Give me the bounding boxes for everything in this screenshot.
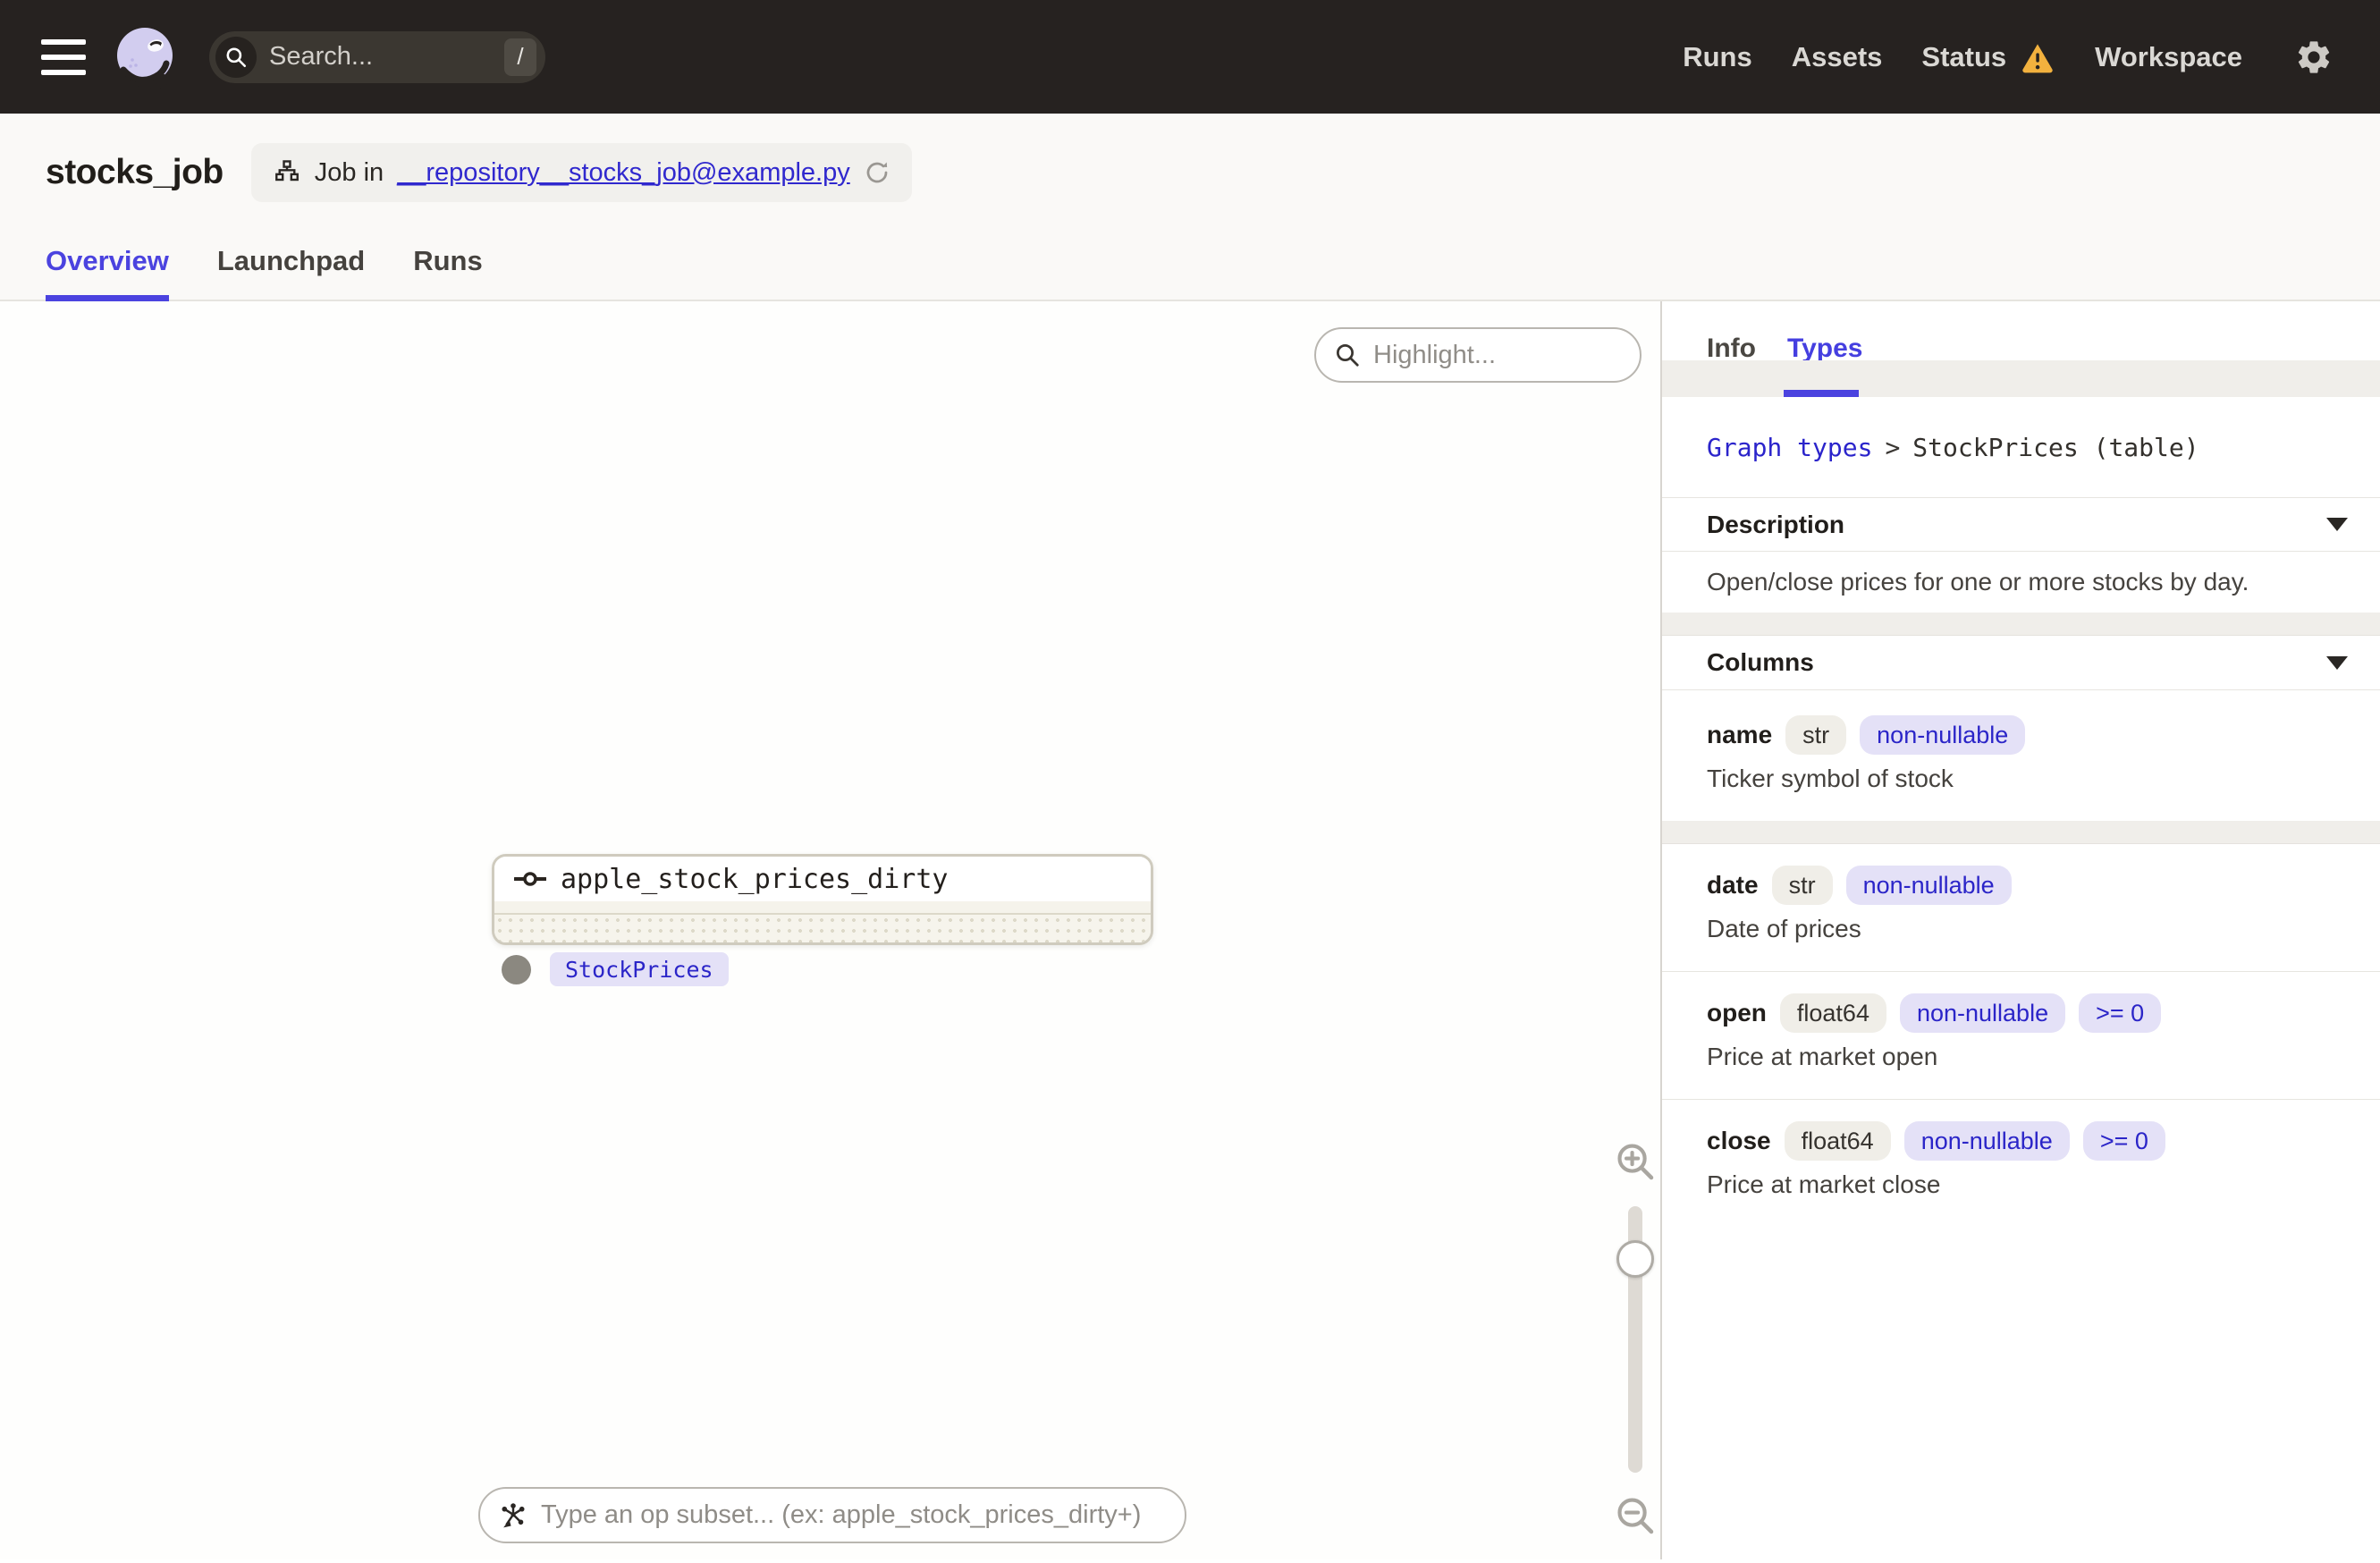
column-row-close: close float64 non-nullable >= 0 Price at… (1662, 1121, 2380, 1200)
job-tabs: Overview Launchpad Runs (0, 245, 2380, 301)
output-pin-icon[interactable] (502, 954, 531, 984)
breadcrumb-separator: > (1885, 432, 1901, 462)
breadcrumb-current: StockPrices (table) (1912, 432, 2199, 462)
op-subset-filter[interactable] (478, 1487, 1186, 1543)
zoom-slider-handle[interactable] (1616, 1240, 1654, 1278)
zoom-in-icon[interactable] (1608, 1140, 1663, 1183)
column-type-badge: float64 (1779, 993, 1886, 1033)
warning-icon (2022, 43, 2053, 72)
op-selector-icon (502, 1502, 525, 1527)
op-subset-input[interactable] (541, 1500, 1167, 1530)
description-section-header[interactable]: Description (1662, 497, 2380, 552)
op-output: StockPrices (502, 952, 729, 986)
column-name: date (1707, 871, 1759, 899)
type-info-panel: Info Types Graph types > StockPrices (ta… (1662, 301, 2380, 1559)
search-shortcut-key: / (504, 38, 536, 76)
nav-runs[interactable]: Runs (1683, 41, 1752, 73)
column-constraint-badge: >= 0 (2079, 993, 2162, 1033)
gear-icon[interactable] (2294, 38, 2334, 77)
column-constraint-badge: >= 0 (2082, 1121, 2165, 1161)
column-type-badge: str (1785, 715, 1847, 755)
op-node-name: apple_stock_prices_dirty (561, 863, 949, 895)
description-body: Open/close prices for one or more stocks… (1707, 568, 2249, 596)
global-search[interactable]: / (209, 30, 545, 83)
page-header: stocks_job Job in __repository__stocks_j… (0, 114, 2380, 301)
page-title: stocks_job (46, 153, 224, 191)
zoom-control (1608, 1140, 1663, 1537)
tab-overview[interactable]: Overview (46, 245, 169, 301)
nav-workspace[interactable]: Workspace (2095, 41, 2242, 73)
job-badge-prefix: Job in (314, 157, 384, 187)
top-bar: / Runs Assets Status Workspace (0, 0, 2380, 114)
column-description: Ticker symbol of stock (1707, 764, 1954, 792)
column-constraint-badge: non-nullable (1845, 866, 2012, 905)
description-section-title: Description (1707, 510, 1845, 538)
search-icon (1337, 344, 1359, 367)
output-type-chip[interactable]: StockPrices (550, 952, 729, 986)
column-type-badge: str (1771, 866, 1833, 905)
highlight-search[interactable] (1314, 327, 1642, 383)
column-name: close (1707, 1127, 1771, 1154)
dagster-logo-icon[interactable] (111, 23, 179, 91)
column-constraint-badge: non-nullable (1903, 1121, 2070, 1161)
breadcrumb: Graph types > StockPrices (table) (1662, 397, 2380, 497)
section-spacer (1662, 821, 2380, 844)
tab-launchpad[interactable]: Launchpad (217, 245, 365, 300)
column-constraint-badge: non-nullable (1899, 993, 2066, 1033)
op-node-body (494, 913, 1151, 942)
zoom-out-icon[interactable] (1608, 1494, 1663, 1537)
column-constraint-badge: non-nullable (1860, 715, 2026, 755)
chevron-down-icon (2326, 655, 2348, 670)
column-description: Date of prices (1707, 914, 1861, 942)
search-input[interactable] (269, 42, 504, 72)
job-file-link[interactable]: __repository__stocks_job@example.py (397, 158, 850, 188)
column-name: open (1707, 999, 1767, 1027)
nav-status[interactable]: Status (1921, 39, 2055, 75)
search-icon (215, 36, 257, 78)
panel-tab-info[interactable]: Info (1707, 334, 1756, 364)
section-spacer (1662, 613, 2380, 636)
panel-tab-types[interactable]: Types (1787, 334, 1862, 364)
columns-section-header[interactable]: Columns (1662, 636, 2380, 690)
highlight-input[interactable] (1373, 340, 1622, 370)
panel-tabs: Info Types (1662, 301, 2380, 397)
op-icon (514, 872, 546, 886)
hamburger-menu-icon[interactable] (41, 38, 86, 75)
nav-assets[interactable]: Assets (1792, 41, 1883, 73)
graph-icon (274, 160, 299, 182)
chevron-down-icon (2326, 518, 2348, 531)
job-origin-badge: Job in __repository__stocks_job@example.… (250, 143, 912, 202)
column-description: Price at market close (1707, 1170, 1941, 1198)
column-description: Price at market open (1707, 1042, 1938, 1070)
column-row-date: date str non-nullable Date of prices (1662, 866, 2380, 972)
breadcrumb-graph-types-link[interactable]: Graph types (1707, 433, 1872, 462)
columns-section-title: Columns (1707, 648, 1814, 676)
tab-runs[interactable]: Runs (413, 245, 483, 300)
column-row-name: name str non-nullable Ticker symbol of s… (1662, 715, 2380, 821)
column-type-badge: float64 (1784, 1121, 1891, 1161)
graph-canvas[interactable]: apple_stock_prices_dirty StockPrices (0, 301, 1660, 1559)
refresh-icon[interactable] (864, 159, 890, 186)
zoom-slider-track[interactable] (1616, 1206, 1654, 1473)
column-name: name (1707, 721, 1773, 748)
op-node[interactable]: apple_stock_prices_dirty (492, 854, 1153, 945)
top-nav: Runs Assets Status Workspace (1683, 38, 2334, 77)
column-row-open: open float64 non-nullable >= 0 Price at … (1662, 993, 2380, 1100)
